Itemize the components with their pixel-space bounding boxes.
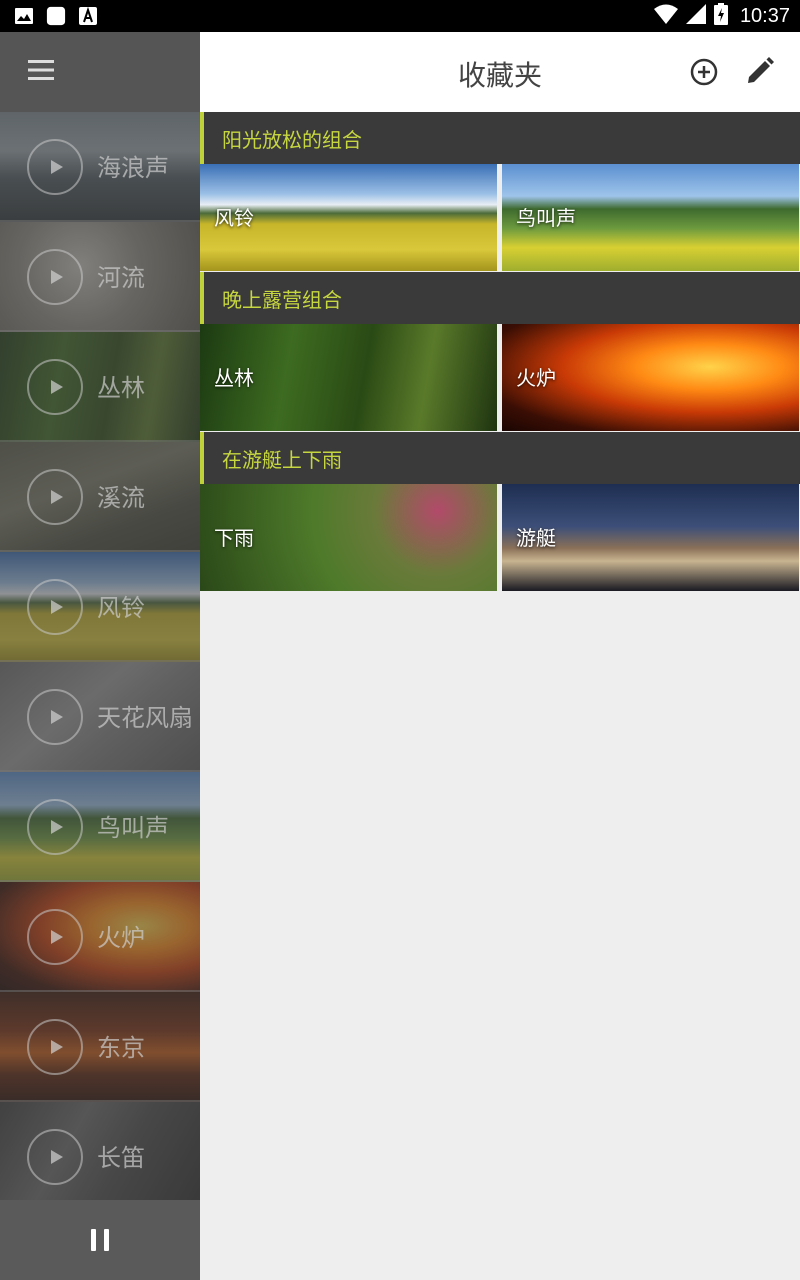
sound-item[interactable]: 丛林 [0, 332, 200, 442]
sound-label: 风铃 [97, 594, 145, 622]
play-button[interactable] [27, 579, 83, 635]
group-header[interactable]: 在游艇上下雨 [200, 432, 800, 484]
top-app-bar: 收藏夹 [200, 32, 800, 112]
add-circle-icon[interactable] [690, 58, 718, 86]
play-button[interactable] [27, 1129, 83, 1185]
sound-list: 海浪声河流丛林溪流风铃天花风扇鸟叫声火炉东京长笛 [0, 112, 200, 1212]
sound-label: 丛林 [97, 374, 145, 402]
play-icon [51, 160, 63, 174]
sound-tile[interactable]: 游艇 [502, 484, 799, 591]
sidebar-header [0, 32, 200, 112]
play-button[interactable] [27, 249, 83, 305]
play-icon [51, 380, 63, 394]
sound-sidebar: 海浪声河流丛林溪流风铃天花风扇鸟叫声火炉东京长笛 [0, 32, 200, 1280]
play-button[interactable] [27, 139, 83, 195]
sound-tile[interactable]: 火炉 [502, 324, 799, 431]
favorites-panel: 收藏夹 阳光放松的组合风铃 鸟叫声晚上露营组合丛林 火炉在游艇上下雨下雨 游艇 [200, 32, 800, 1280]
favorite-group: 在游艇上下雨下雨 游艇 [200, 432, 800, 592]
sound-tile[interactable]: 下雨 [200, 484, 497, 591]
sound-label: 溪流 [97, 484, 145, 512]
clock: 10:37 [739, 4, 790, 27]
signal-icon [685, 4, 706, 28]
play-icon [51, 710, 63, 724]
tile-label: 下雨 [214, 526, 254, 550]
sound-label: 东京 [97, 1034, 145, 1062]
play-button[interactable] [27, 689, 83, 745]
pause-icon [87, 1229, 113, 1251]
favorite-group: 阳光放松的组合风铃 鸟叫声 [200, 112, 800, 272]
group-tiles: 下雨 游艇 [200, 484, 800, 592]
wifi-icon [653, 4, 678, 28]
sound-item[interactable]: 河流 [0, 222, 200, 332]
play-icon [51, 1150, 63, 1164]
play-button[interactable] [27, 469, 83, 525]
sound-item[interactable]: 东京 [0, 992, 200, 1102]
play-icon [51, 270, 63, 284]
image-icon [14, 6, 34, 26]
status-bar: 10:37 [0, 0, 800, 32]
sound-tile[interactable]: 丛林 [200, 324, 497, 431]
play-button[interactable] [27, 1019, 83, 1075]
tile-label: 风铃 [214, 206, 254, 230]
sound-label: 河流 [97, 264, 145, 292]
group-header[interactable]: 晚上露营组合 [200, 272, 800, 324]
sound-label: 天花风扇 [97, 704, 193, 732]
sound-label: 海浪声 [97, 154, 169, 182]
group-header[interactable]: 阳光放松的组合 [200, 112, 800, 164]
group-tiles: 风铃 鸟叫声 [200, 164, 800, 272]
sound-item[interactable]: 海浪声 [0, 112, 200, 222]
app-icon [46, 6, 66, 26]
play-button[interactable] [27, 799, 83, 855]
sound-item[interactable]: 鸟叫声 [0, 772, 200, 882]
favorite-group: 晚上露营组合丛林 火炉 [200, 272, 800, 432]
tile-label: 丛林 [214, 366, 254, 390]
sound-tile[interactable]: 风铃 [200, 164, 497, 271]
play-icon [51, 930, 63, 944]
play-button[interactable] [27, 359, 83, 415]
play-icon [51, 490, 63, 504]
sound-item[interactable]: 长笛 [0, 1102, 200, 1212]
play-icon [51, 600, 63, 614]
battery-charging-icon [713, 3, 728, 29]
tile-label: 鸟叫声 [516, 206, 576, 230]
tile-label: 游艇 [516, 526, 556, 550]
menu-icon[interactable] [28, 59, 54, 85]
pause-button[interactable] [0, 1200, 200, 1280]
sound-tile[interactable]: 鸟叫声 [502, 164, 799, 271]
group-title: 阳光放松的组合 [222, 127, 362, 152]
group-title: 晚上露营组合 [222, 287, 342, 312]
favorite-groups: 阳光放松的组合风铃 鸟叫声晚上露营组合丛林 火炉在游艇上下雨下雨 游艇 [200, 112, 800, 592]
tile-label: 火炉 [516, 366, 556, 390]
sound-label: 火炉 [97, 924, 145, 952]
sound-item[interactable]: 溪流 [0, 442, 200, 552]
sound-item[interactable]: 火炉 [0, 882, 200, 992]
a-icon [78, 6, 98, 26]
play-icon [51, 820, 63, 834]
group-tiles: 丛林 火炉 [200, 324, 800, 432]
sound-item[interactable]: 风铃 [0, 552, 200, 662]
sound-item[interactable]: 天花风扇 [0, 662, 200, 772]
sound-label: 长笛 [97, 1144, 145, 1172]
pencil-icon[interactable] [745, 56, 775, 86]
play-button[interactable] [27, 909, 83, 965]
play-icon [51, 1040, 63, 1054]
group-title: 在游艇上下雨 [222, 447, 342, 472]
sound-label: 鸟叫声 [97, 814, 169, 842]
